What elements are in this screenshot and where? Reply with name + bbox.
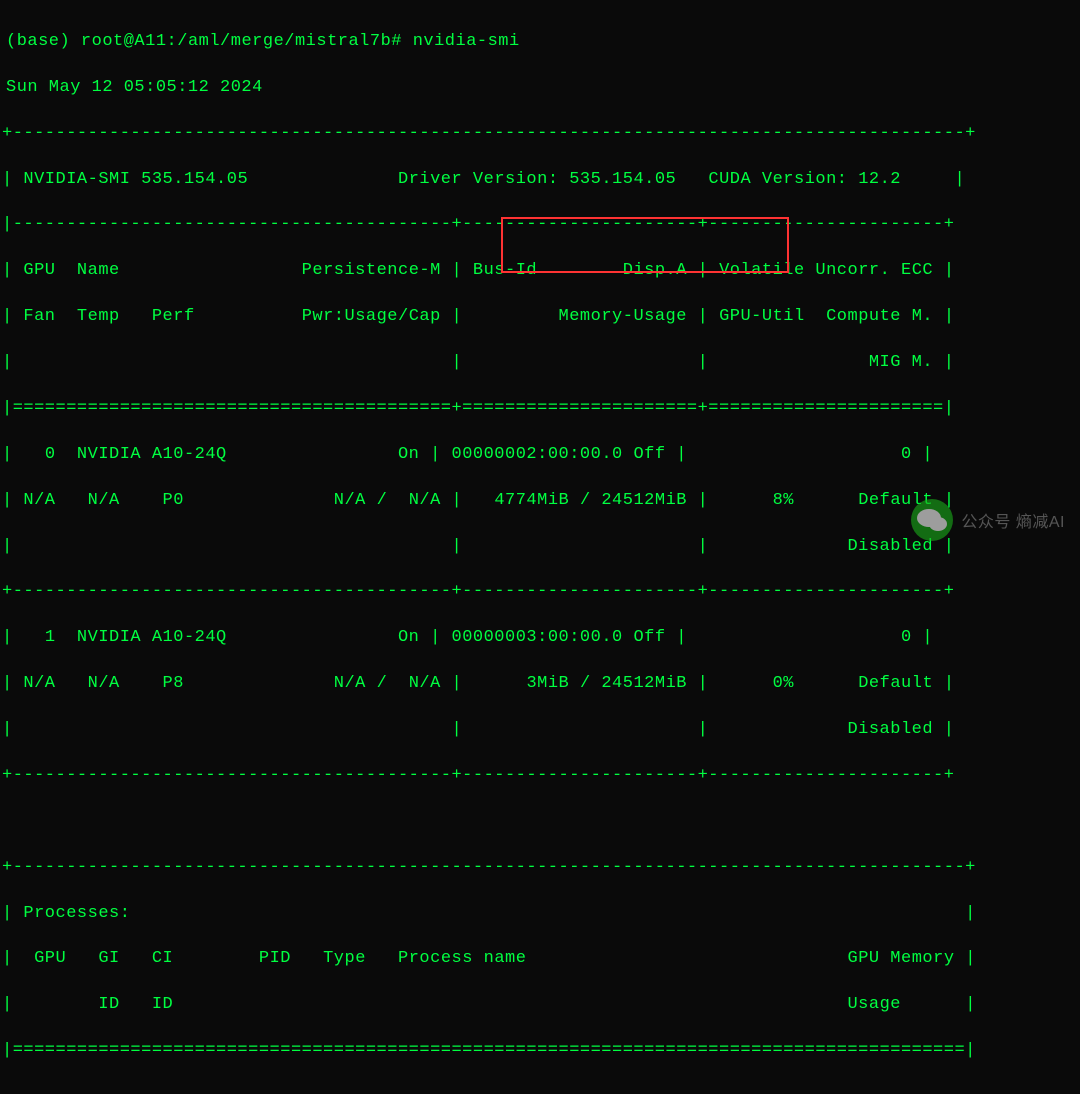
column-header-3: | | | MIG M. | [2,352,1078,375]
watermark-text: 公众号 熵减AI [961,508,1065,532]
column-header-2: | Fan Temp Perf Pwr:Usage/Cap | Memory-U… [2,306,1078,329]
user-host: root@A11 [81,32,167,51]
process-title-row: | Processes: | [2,903,1078,926]
terminal-output: (base) root@A11:/aml/merge/mistral7b# nv… [0,0,1080,1094]
gpu1-row1: | 1 NVIDIA A10-24Q On | 00000003:00:00.0… [2,627,1078,650]
env-badge: (base) [6,32,70,51]
gpu1-row3: | | | Disabled | [2,719,1078,742]
watermark: 公众号 熵减AI [911,499,1065,541]
working-dir: :/aml/merge/mistral7b# [167,32,402,51]
version-row: | NVIDIA-SMI 535.154.05 Driver Version: … [2,169,1078,192]
column-header-1: | GPU Name Persistence-M | Bus-Id Disp.A… [2,260,1078,283]
blank-line [2,811,1078,834]
driver-label: Driver Version: [398,170,559,189]
cuda-version: 12.2 [858,170,901,189]
datetime-line: Sun May 12 05:05:12 2024 [2,77,1078,100]
smi-label: NVIDIA-SMI [23,170,130,189]
gpu-table-bottom: +---------------------------------------… [2,765,1078,788]
prompt-line: (base) root@A11:/aml/merge/mistral7b# nv… [2,31,1078,54]
process-top: +---------------------------------------… [2,857,1078,880]
gpu0-row1: | 0 NVIDIA A10-24Q On | 00000002:00:00.0… [2,444,1078,467]
wechat-icon [911,499,953,541]
process-header-1: | GPU GI CI PID Type Process name GPU Me… [2,948,1078,971]
driver-version: 535.154.05 [569,170,676,189]
command-text[interactable]: nvidia-smi [413,32,520,51]
gpu-divider: +---------------------------------------… [2,581,1078,604]
process-header-2: | ID ID Usage | [2,994,1078,1017]
gpu1-row2: | N/A N/A P8 N/A / N/A | 3MiB / 24512MiB… [2,673,1078,696]
cuda-label: CUDA Version: [708,170,847,189]
smi-version: 535.154.05 [141,170,248,189]
header-bottom-divider: |=======================================… [2,398,1078,421]
header-divider: |---------------------------------------… [2,214,1078,237]
table-top-border: +---------------------------------------… [2,123,1078,146]
process-divider: |=======================================… [2,1040,1078,1063]
